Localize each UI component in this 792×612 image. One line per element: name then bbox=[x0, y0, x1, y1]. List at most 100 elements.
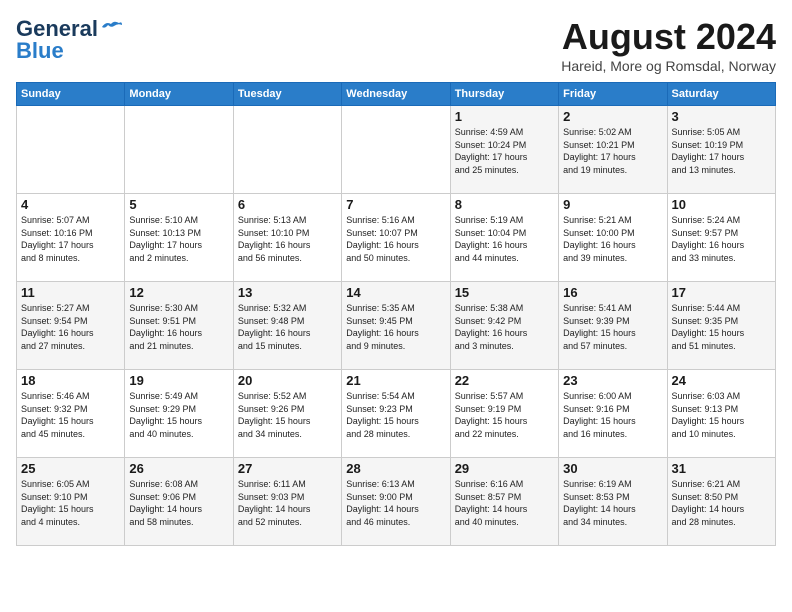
weekday-header-row: SundayMondayTuesdayWednesdayThursdayFrid… bbox=[17, 83, 776, 106]
day-number: 18 bbox=[21, 373, 120, 388]
weekday-header-saturday: Saturday bbox=[667, 83, 775, 106]
day-details: Sunrise: 5:27 AM Sunset: 9:54 PM Dayligh… bbox=[21, 302, 120, 352]
day-details: Sunrise: 5:46 AM Sunset: 9:32 PM Dayligh… bbox=[21, 390, 120, 440]
day-number: 13 bbox=[238, 285, 337, 300]
day-number: 26 bbox=[129, 461, 228, 476]
day-cell: 26Sunrise: 6:08 AM Sunset: 9:06 PM Dayli… bbox=[125, 458, 233, 546]
day-cell: 29 Sunrise: 6:16 AM Sunset: 8:57 PM Dayli… bbox=[450, 458, 558, 546]
day-details: Sunrise: 6:03 AM Sunset: 9:13 PM Dayligh… bbox=[672, 390, 771, 440]
location-subtitle: Hareid, More og Romsdal, Norway bbox=[561, 58, 776, 74]
day-details: Sunrise: 6:19 AM Sunset: 8:53 PM Dayligh… bbox=[563, 478, 662, 528]
page-header: General Blue August 2024 Hareid, More og… bbox=[16, 16, 776, 74]
day-cell: 5 Sunrise: 5:10 AM Sunset: 10:13 PM Dayli… bbox=[125, 194, 233, 282]
day-cell: 9Sunrise: 5:21 AM Sunset: 10:00 PM Dayli… bbox=[559, 194, 667, 282]
day-details: Sunrise: 6:16 AM Sunset: 8:57 PM Dayligh… bbox=[455, 478, 554, 528]
day-cell bbox=[125, 106, 233, 194]
day-number: 7 bbox=[346, 197, 445, 212]
week-row-5: 25 Sunrise: 6:05 AM Sunset: 9:10 PM Dayli… bbox=[17, 458, 776, 546]
day-number: 21 bbox=[346, 373, 445, 388]
day-number: 16 bbox=[563, 285, 662, 300]
day-details: Sunrise: 5:57 AM Sunset: 9:19 PM Dayligh… bbox=[455, 390, 554, 440]
week-row-3: 11 Sunrise: 5:27 AM Sunset: 9:54 PM Dayli… bbox=[17, 282, 776, 370]
day-cell: 7 Sunrise: 5:16 AM Sunset: 10:07 PM Dayli… bbox=[342, 194, 450, 282]
day-cell: 24 Sunrise: 6:03 AM Sunset: 9:13 PM Dayli… bbox=[667, 370, 775, 458]
day-details: Sunrise: 5:07 AM Sunset: 10:16 PM Daylig… bbox=[21, 214, 120, 264]
day-cell: 20 Sunrise: 5:52 AM Sunset: 9:26 PM Dayli… bbox=[233, 370, 341, 458]
day-cell: 25 Sunrise: 6:05 AM Sunset: 9:10 PM Dayli… bbox=[17, 458, 125, 546]
day-details: Sunrise: 5:49 AM Sunset: 9:29 PM Dayligh… bbox=[129, 390, 228, 440]
day-number: 27 bbox=[238, 461, 337, 476]
day-details: Sunrise: 5:35 AM Sunset: 9:45 PM Dayligh… bbox=[346, 302, 445, 352]
day-details: Sunrise: 6:05 AM Sunset: 9:10 PM Dayligh… bbox=[21, 478, 120, 528]
day-cell bbox=[17, 106, 125, 194]
day-number: 3 bbox=[672, 109, 771, 124]
day-details: Sunrise: 5:41 AM Sunset: 9:39 PM Dayligh… bbox=[563, 302, 662, 352]
day-number: 24 bbox=[672, 373, 771, 388]
day-number: 15 bbox=[455, 285, 554, 300]
day-cell bbox=[233, 106, 341, 194]
weekday-header-friday: Friday bbox=[559, 83, 667, 106]
day-number: 22 bbox=[455, 373, 554, 388]
day-cell: 11 Sunrise: 5:27 AM Sunset: 9:54 PM Dayli… bbox=[17, 282, 125, 370]
day-details: Sunrise: 5:16 AM Sunset: 10:07 PM Daylig… bbox=[346, 214, 445, 264]
day-number: 23 bbox=[563, 373, 662, 388]
day-details: Sunrise: 4:59 AM Sunset: 10:24 PM Daylig… bbox=[455, 126, 554, 176]
week-row-1: 1 Sunrise: 4:59 AM Sunset: 10:24 PM Dayli… bbox=[17, 106, 776, 194]
day-number: 31 bbox=[672, 461, 771, 476]
day-cell bbox=[342, 106, 450, 194]
day-cell: 16 Sunrise: 5:41 AM Sunset: 9:39 PM Dayli… bbox=[559, 282, 667, 370]
day-number: 11 bbox=[21, 285, 120, 300]
day-number: 17 bbox=[672, 285, 771, 300]
day-details: Sunrise: 5:54 AM Sunset: 9:23 PM Dayligh… bbox=[346, 390, 445, 440]
day-details: Sunrise: 6:13 AM Sunset: 9:00 PM Dayligh… bbox=[346, 478, 445, 528]
day-details: Sunrise: 5:10 AM Sunset: 10:13 PM Daylig… bbox=[129, 214, 228, 264]
weekday-header-sunday: Sunday bbox=[17, 83, 125, 106]
logo-bird-icon bbox=[100, 19, 122, 35]
day-number: 6 bbox=[238, 197, 337, 212]
day-details: Sunrise: 5:24 AM Sunset: 9:57 PM Dayligh… bbox=[672, 214, 771, 264]
title-block: August 2024 Hareid, More og Romsdal, Nor… bbox=[561, 16, 776, 74]
day-cell: 4Sunrise: 5:07 AM Sunset: 10:16 PM Dayli… bbox=[17, 194, 125, 282]
weekday-header-monday: Monday bbox=[125, 83, 233, 106]
day-details: Sunrise: 6:00 AM Sunset: 9:16 PM Dayligh… bbox=[563, 390, 662, 440]
day-details: Sunrise: 5:44 AM Sunset: 9:35 PM Dayligh… bbox=[672, 302, 771, 352]
day-details: Sunrise: 5:05 AM Sunset: 10:19 PM Daylig… bbox=[672, 126, 771, 176]
day-number: 10 bbox=[672, 197, 771, 212]
day-number: 5 bbox=[129, 197, 228, 212]
day-cell: 8 Sunrise: 5:19 AM Sunset: 10:04 PM Dayli… bbox=[450, 194, 558, 282]
day-details: Sunrise: 6:11 AM Sunset: 9:03 PM Dayligh… bbox=[238, 478, 337, 528]
day-cell: 2Sunrise: 5:02 AM Sunset: 10:21 PM Dayli… bbox=[559, 106, 667, 194]
day-number: 28 bbox=[346, 461, 445, 476]
weekday-header-tuesday: Tuesday bbox=[233, 83, 341, 106]
day-number: 19 bbox=[129, 373, 228, 388]
day-cell: 1 Sunrise: 4:59 AM Sunset: 10:24 PM Dayli… bbox=[450, 106, 558, 194]
day-number: 30 bbox=[563, 461, 662, 476]
day-details: Sunrise: 6:21 AM Sunset: 8:50 PM Dayligh… bbox=[672, 478, 771, 528]
day-cell: 13 Sunrise: 5:32 AM Sunset: 9:48 PM Dayli… bbox=[233, 282, 341, 370]
day-details: Sunrise: 5:52 AM Sunset: 9:26 PM Dayligh… bbox=[238, 390, 337, 440]
day-cell: 10 Sunrise: 5:24 AM Sunset: 9:57 PM Dayli… bbox=[667, 194, 775, 282]
day-cell: 14Sunrise: 5:35 AM Sunset: 9:45 PM Dayli… bbox=[342, 282, 450, 370]
day-details: Sunrise: 5:38 AM Sunset: 9:42 PM Dayligh… bbox=[455, 302, 554, 352]
day-cell: 17 Sunrise: 5:44 AM Sunset: 9:35 PM Dayli… bbox=[667, 282, 775, 370]
day-number: 12 bbox=[129, 285, 228, 300]
day-number: 20 bbox=[238, 373, 337, 388]
day-details: Sunrise: 5:19 AM Sunset: 10:04 PM Daylig… bbox=[455, 214, 554, 264]
calendar-table: SundayMondayTuesdayWednesdayThursdayFrid… bbox=[16, 82, 776, 546]
day-details: Sunrise: 5:32 AM Sunset: 9:48 PM Dayligh… bbox=[238, 302, 337, 352]
day-cell: 3 Sunrise: 5:05 AM Sunset: 10:19 PM Dayli… bbox=[667, 106, 775, 194]
day-number: 29 bbox=[455, 461, 554, 476]
day-number: 9 bbox=[563, 197, 662, 212]
day-number: 1 bbox=[455, 109, 554, 124]
day-cell: 31 Sunrise: 6:21 AM Sunset: 8:50 PM Dayli… bbox=[667, 458, 775, 546]
day-details: Sunrise: 5:30 AM Sunset: 9:51 PM Dayligh… bbox=[129, 302, 228, 352]
weekday-header-thursday: Thursday bbox=[450, 83, 558, 106]
logo: General Blue bbox=[16, 16, 122, 64]
logo-blue: Blue bbox=[16, 38, 64, 64]
day-cell: 27 Sunrise: 6:11 AM Sunset: 9:03 PM Dayli… bbox=[233, 458, 341, 546]
weekday-header-wednesday: Wednesday bbox=[342, 83, 450, 106]
day-number: 8 bbox=[455, 197, 554, 212]
day-cell: 23 Sunrise: 6:00 AM Sunset: 9:16 PM Dayli… bbox=[559, 370, 667, 458]
day-details: Sunrise: 5:13 AM Sunset: 10:10 PM Daylig… bbox=[238, 214, 337, 264]
day-number: 25 bbox=[21, 461, 120, 476]
